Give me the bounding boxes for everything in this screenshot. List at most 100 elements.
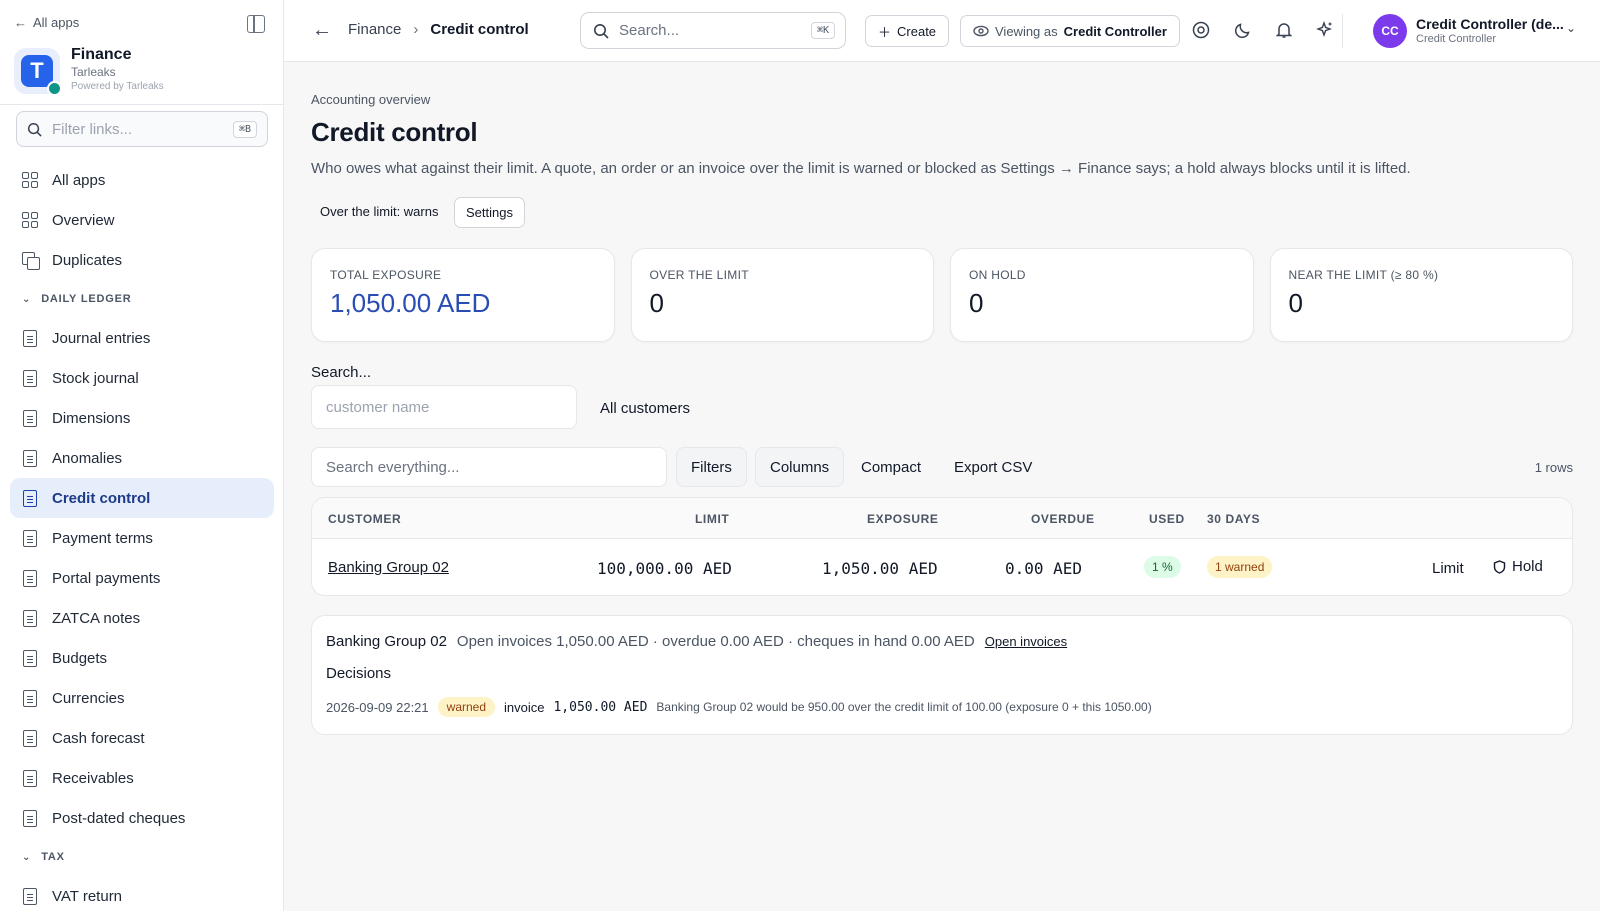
stat-card-total-exposure: TOTAL EXPOSURE 1,050.00 AED [311, 248, 615, 342]
search-everything-input[interactable]: Search everything... [311, 447, 667, 487]
breadcrumb-finance[interactable]: Finance [348, 21, 401, 38]
hold-button[interactable]: Hold [1493, 558, 1543, 575]
decisions-title: Decisions [326, 665, 392, 682]
document-icon [23, 449, 37, 467]
filters-button[interactable]: Filters [676, 447, 747, 487]
viewing-as-button[interactable]: Viewing as Credit Controller [960, 15, 1180, 47]
back-arrow-icon[interactable]: ← [312, 19, 332, 42]
document-icon [23, 369, 37, 387]
sidebar-item-credit-control[interactable]: Credit control [10, 478, 274, 518]
stat-value: 0 [649, 288, 664, 318]
sidebar-item-payment-terms[interactable]: Payment terms [10, 518, 274, 558]
shield-icon [1493, 559, 1506, 574]
customer-link[interactable]: Banking Group 02 [328, 559, 449, 576]
columns-button[interactable]: Columns [755, 447, 845, 487]
stat-value: 1,050.00 AED [330, 288, 491, 318]
cell-exposure: 1,050.00 AED [822, 559, 938, 578]
help-lifebuoy-icon[interactable] [1191, 20, 1211, 40]
column-header-exposure[interactable]: EXPOSURE [867, 512, 939, 526]
shortcut-badge: ⌘K [810, 22, 835, 39]
sidebar-item-anomalies[interactable]: Anomalies [10, 438, 274, 478]
stat-value: 0 [1288, 288, 1303, 318]
document-icon [23, 729, 37, 747]
customer-scope-select[interactable]: All customers [600, 400, 690, 417]
app-logo: T [14, 48, 62, 96]
moon-icon[interactable] [1233, 20, 1253, 40]
decision-status-badge: warned [437, 697, 496, 717]
status-badge: 1 warned [1207, 556, 1273, 578]
sidebar-item-receivables[interactable]: Receivables [10, 758, 274, 798]
create-button[interactable]: ＋ Create [865, 15, 950, 47]
limit-button[interactable]: Limit [1432, 560, 1464, 577]
user-name[interactable]: Credit Controller (de... [1416, 16, 1564, 32]
section-daily-ledger[interactable]: ⌄ DAILY LEDGER [10, 280, 274, 318]
export-csv-button[interactable]: Export CSV [940, 447, 1046, 487]
chevron-down-icon[interactable]: ⌄ [1566, 21, 1576, 35]
collapse-sidebar-icon[interactable] [247, 15, 265, 33]
column-header-customer[interactable]: CUSTOMER [328, 512, 401, 526]
open-invoices-link[interactable]: Open invoices [985, 634, 1067, 649]
main-area: ← Finance › Credit control Search... ⌘K … [284, 0, 1600, 911]
search-icon [27, 122, 42, 137]
sidebar-item-portal-payments[interactable]: Portal payments [10, 558, 274, 598]
avatar[interactable]: CC [1373, 14, 1407, 48]
document-icon [23, 569, 37, 587]
sidebar-item-all-apps[interactable]: All apps [10, 160, 274, 200]
detail-summary-text: Open invoices 1,050.00 AED · overdue 0.0… [456, 633, 975, 650]
sidebar-item-overview[interactable]: Overview [10, 200, 274, 240]
stat-value: 0 [969, 288, 984, 318]
sidebar-item-stock-journal[interactable]: Stock journal [10, 358, 274, 398]
settings-button[interactable]: Settings [454, 197, 525, 228]
decision-message: Banking Group 02 would be 950.00 over th… [656, 700, 1152, 714]
column-header-limit[interactable]: LIMIT [695, 512, 729, 526]
app-root: ← All apps T Finance Tarleaks Powered by… [0, 0, 1600, 911]
sidebar-item-budgets[interactable]: Budgets [10, 638, 274, 678]
sidebar-item-post-dated-cheques[interactable]: Post-dated cheques [10, 798, 274, 838]
page-eyebrow: Accounting overview [311, 92, 431, 107]
logo-badge-icon [47, 81, 62, 96]
column-header-overdue[interactable]: OVERDUE [1031, 512, 1095, 526]
sidebar-header: ← All apps T Finance Tarleaks Powered by… [0, 0, 283, 105]
app-org: Tarleaks [71, 65, 116, 79]
compact-button[interactable]: Compact [847, 447, 935, 487]
sidebar-item-dimensions[interactable]: Dimensions [10, 398, 274, 438]
plus-icon: ＋ [878, 24, 892, 40]
decision-date: 2026-09-09 22:21 [326, 699, 429, 715]
customer-name-input[interactable]: customer name [311, 385, 577, 429]
breadcrumb-current: Credit control [430, 21, 529, 38]
arrow-left-icon: ← [14, 15, 27, 30]
sidebar-item-zatca-notes[interactable]: ZATCA notes [10, 598, 274, 638]
sidebar-item-journal-entries[interactable]: Journal entries [10, 318, 274, 358]
eye-icon [973, 25, 989, 37]
sidebar-item-cash-forecast[interactable]: Cash forecast [10, 718, 274, 758]
sidebar-item-currencies[interactable]: Currencies [10, 678, 274, 718]
all-apps-link[interactable]: ← All apps [14, 15, 79, 30]
bell-icon[interactable] [1274, 20, 1294, 40]
credit-table: CUSTOMER LIMIT EXPOSURE OVERDUE USED 30 … [311, 497, 1573, 596]
sidebar-item-vat-return[interactable]: VAT return [10, 876, 274, 911]
stat-cards: TOTAL EXPOSURE 1,050.00 AED OVER THE LIM… [311, 248, 1573, 342]
customer-search-label: Search... [311, 364, 372, 381]
table-header: CUSTOMER LIMIT EXPOSURE OVERDUE USED 30 … [312, 498, 1572, 539]
section-tax[interactable]: ⌄ TAX [10, 838, 274, 876]
grid-icon [22, 172, 38, 188]
detail-customer-name: Banking Group 02 [326, 633, 447, 650]
filter-links-input[interactable]: Filter links... ⌘B [16, 111, 268, 147]
decision-doc-type: invoice [504, 699, 545, 715]
document-icon [23, 409, 37, 427]
detail-summary: Banking Group 02 Open invoices 1,050.00 … [326, 633, 1067, 650]
sparkles-icon[interactable] [1315, 20, 1335, 40]
app-powered-by: Powered by Tarleaks [71, 81, 164, 92]
chevron-down-icon: ⌄ [22, 293, 32, 305]
column-header-30-days[interactable]: 30 DAYS [1207, 512, 1260, 526]
column-header-used[interactable]: USED [1149, 512, 1185, 526]
sidebar: ← All apps T Finance Tarleaks Powered by… [0, 0, 284, 911]
app-name: Finance [71, 46, 132, 63]
search-icon [594, 23, 609, 39]
cell-overdue: 0.00 AED [1005, 559, 1083, 578]
global-search-input[interactable]: Search... ⌘K [580, 12, 846, 49]
document-icon [23, 689, 37, 707]
sidebar-item-duplicates[interactable]: Duplicates [10, 240, 274, 280]
document-icon [23, 609, 37, 627]
breadcrumb: Finance › Credit control [348, 21, 529, 38]
